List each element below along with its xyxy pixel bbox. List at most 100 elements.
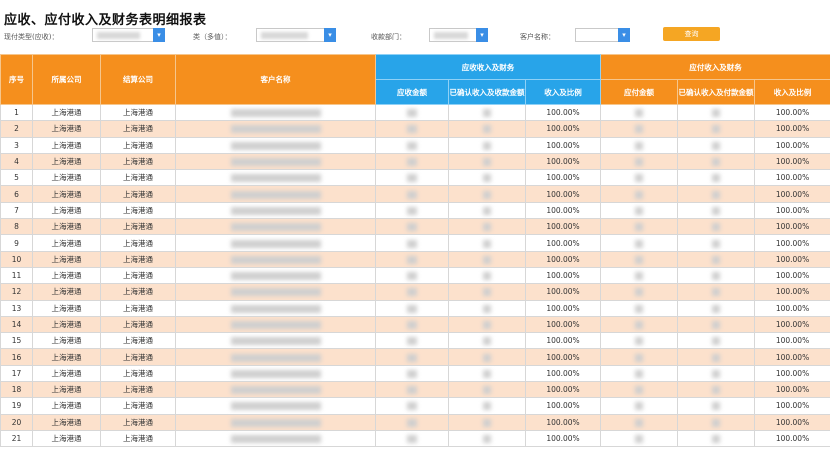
table-row[interactable]: 10 上海港通 上海港通 100.00% 100.00% [0,250,830,268]
cell-company: 上海港通 [32,218,101,236]
chevron-down-icon[interactable]: ▾ [153,28,165,42]
chevron-down-icon[interactable]: ▾ [324,28,336,42]
cell-rec-ratio: 100.00% [524,201,602,220]
col-pay-confirmed-header[interactable]: 已确认收入及付款金额 [677,79,756,105]
chevron-down-icon[interactable]: ▾ [476,28,488,42]
cell-rec-amount [375,218,449,236]
col-settle-company-header[interactable]: 结算公司 [100,54,176,105]
col-pay-ratio-header[interactable]: 收入及比例 [754,79,830,105]
redacted-value [635,206,644,215]
redacted-value [407,386,417,395]
table-row[interactable]: 18 上海港通 上海港通 100.00% 100.00% [0,381,830,399]
redacted-value [483,369,491,378]
table-row[interactable]: 9 上海港通 上海港通 100.00% 100.00% [0,234,830,252]
redacted-value [230,206,321,215]
table-row[interactable]: 16 上海港通 上海港通 100.00% 100.00% [0,348,830,366]
cell-rec-amount [375,364,449,383]
cell-pay-ratio: 100.00% [754,120,830,138]
table-row[interactable]: 19 上海港通 上海港通 100.00% 100.00% [0,397,830,415]
query-button[interactable]: 查询 [663,27,720,41]
cell-company: 上海港通 [32,201,101,220]
cell-settle-company: 上海港通 [100,250,176,268]
redacted-value [407,141,417,150]
cell-company: 上海港通 [32,185,101,203]
redacted-value [712,435,721,444]
receivable-type-select[interactable]: ▾ [92,28,165,42]
cell-company: 上海港通 [32,413,101,431]
col-rec-ratio-header[interactable]: 收入及比例 [524,79,602,105]
cell-customer [175,103,376,122]
table-row[interactable]: 8 上海港通 上海港通 100.00% 100.00% [0,218,830,236]
redacted-value [635,255,644,264]
type-select[interactable]: ▾ [256,28,336,42]
cell-pay-amount [600,364,679,383]
col-seq-header[interactable]: 序号 [0,54,33,105]
redacted-value [635,239,644,248]
col-customer-header[interactable]: 客户名称 [175,54,376,105]
col-rec-amount-header[interactable]: 应收金额 [375,79,449,105]
table-row[interactable]: 6 上海港通 上海港通 100.00% 100.00% [0,185,830,203]
redacted-value [407,255,417,264]
redacted-value [635,353,644,362]
cell-seq: 1 [0,103,33,122]
col-pay-amount-header[interactable]: 应付金额 [600,79,679,105]
table-row[interactable]: 17 上海港通 上海港通 100.00% 100.00% [0,364,830,383]
cell-pay-amount [600,103,679,122]
cell-seq: 8 [0,218,33,236]
department-label: 收款部门： [371,33,406,41]
table-row[interactable]: 11 上海港通 上海港通 100.00% 100.00% [0,266,830,285]
cell-settle-company: 上海港通 [100,283,176,301]
cell-customer [175,429,376,448]
table-row[interactable]: 1 上海港通 上海港通 100.00% 100.00% [0,103,830,122]
redacted-value [712,206,721,215]
cell-pay-confirmed [677,283,756,301]
chevron-down-icon[interactable]: ▾ [618,28,630,42]
cell-rec-amount [375,250,449,268]
redacted-value [635,109,644,118]
redacted-value [635,337,644,346]
department-value [434,32,469,39]
table-row[interactable]: 12 上海港通 上海港通 100.00% 100.00% [0,283,830,301]
table-row[interactable]: 5 上海港通 上海港通 100.00% 100.00% [0,169,830,187]
cell-pay-ratio: 100.00% [754,234,830,252]
table-row[interactable]: 7 上海港通 上海港通 100.00% 100.00% [0,201,830,220]
redacted-value [483,353,491,362]
group-payable-header: 应付收入及财务 [600,54,830,80]
redacted-value [407,435,417,444]
col-company-header[interactable]: 所属公司 [32,54,101,105]
cell-rec-amount [375,315,449,334]
redacted-value [407,109,417,118]
redacted-value [635,386,644,395]
cell-company: 上海港通 [32,103,101,122]
customer-select[interactable]: ▾ [575,28,630,42]
redacted-value [230,435,321,444]
col-rec-confirmed-header[interactable]: 已确认收入及收款金额 [448,79,526,105]
cell-pay-confirmed [677,218,756,236]
cell-rec-confirmed [448,429,526,448]
cell-seq: 21 [0,429,33,448]
cell-rec-ratio: 100.00% [524,348,602,366]
table-row[interactable]: 2 上海港通 上海港通 100.00% 100.00% [0,120,830,138]
cell-customer [175,283,376,301]
table-row[interactable]: 13 上海港通 上海港通 100.00% 100.00% [0,299,830,317]
cell-rec-amount [375,413,449,431]
table-row[interactable]: 4 上海港通 上海港通 100.00% 100.00% [0,152,830,171]
cell-pay-amount [600,299,679,317]
redacted-value [407,418,417,427]
cell-pay-amount [600,348,679,366]
redacted-value [230,321,321,329]
table-row[interactable]: 20 上海港通 上海港通 100.00% 100.00% [0,413,830,431]
cell-rec-confirmed [448,397,526,415]
cell-rec-amount [375,348,449,366]
redacted-value [635,418,644,427]
redacted-value [407,174,417,183]
cell-seq: 2 [0,120,33,138]
cell-pay-amount [600,381,679,399]
table-row[interactable]: 21 上海港通 上海港通 100.00% 100.00% [0,429,830,448]
table-row[interactable]: 14 上海港通 上海港通 100.00% 100.00% [0,315,830,334]
cell-seq: 20 [0,413,33,431]
table-row[interactable]: 15 上海港通 上海港通 100.00% 100.00% [0,332,830,350]
table-row[interactable]: 3 上海港通 上海港通 100.00% 100.00% [0,136,830,154]
cell-rec-amount [375,332,449,350]
department-select[interactable]: ▾ [429,28,488,42]
